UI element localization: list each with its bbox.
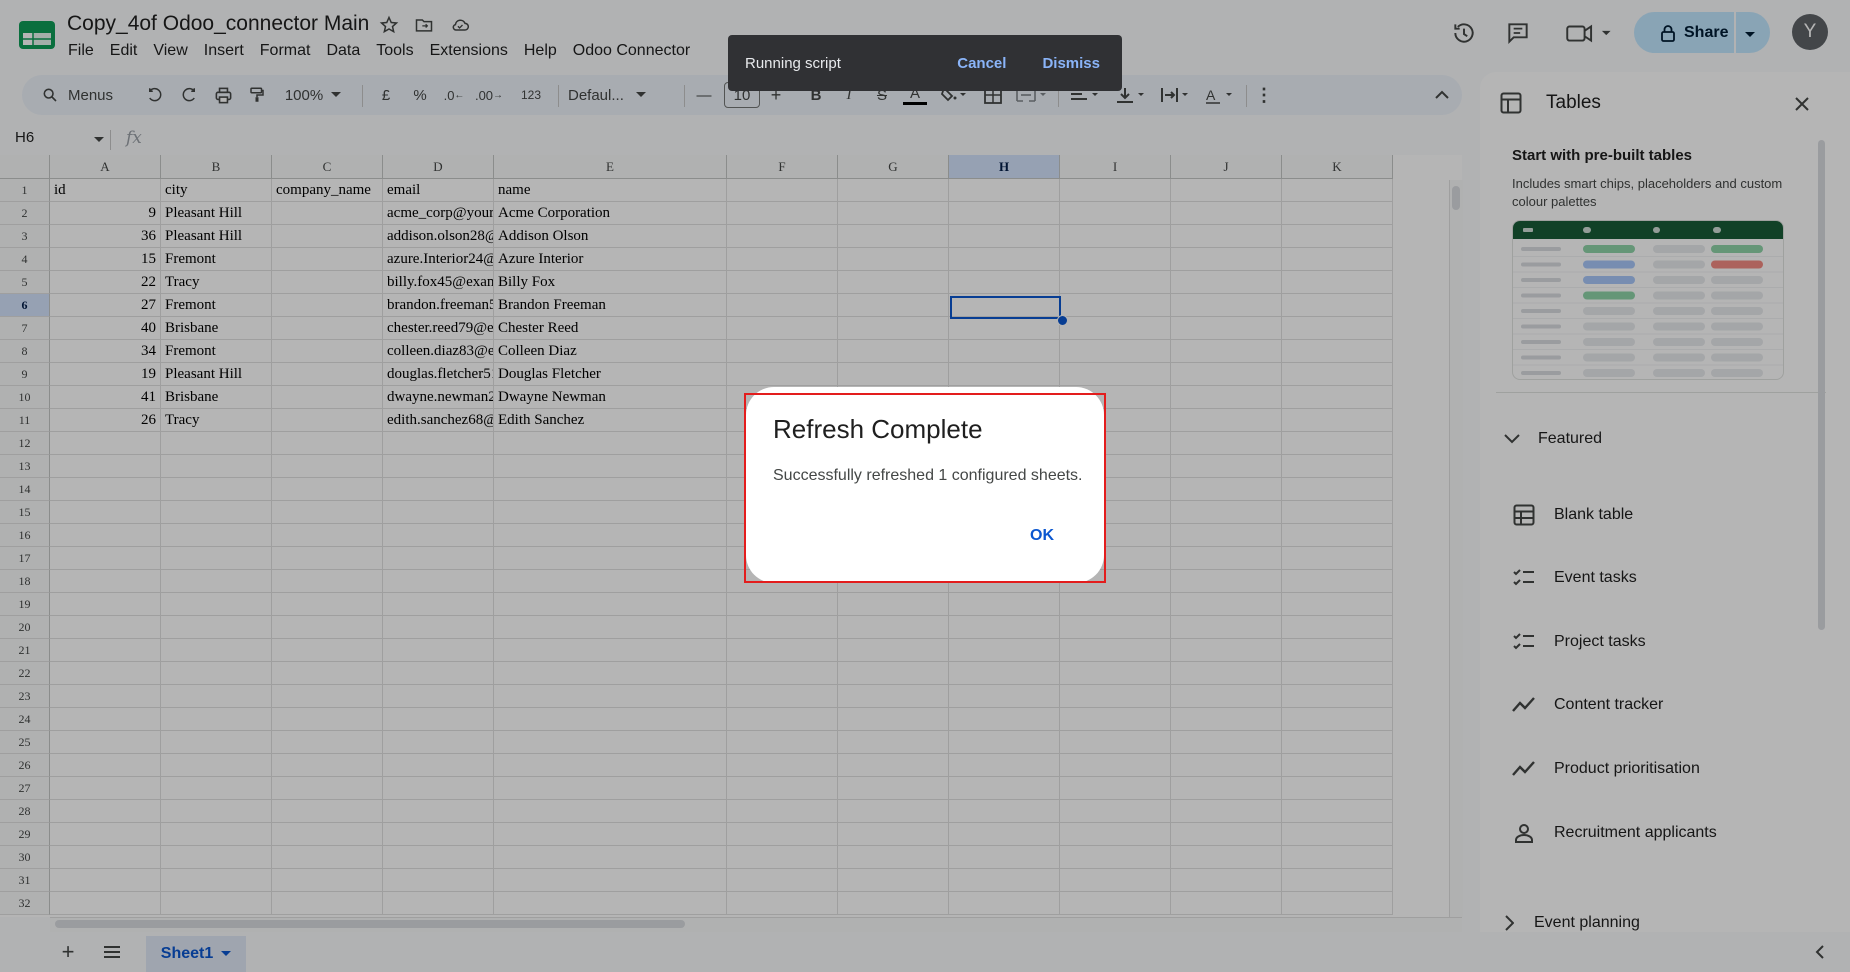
snackbar-text: Running script	[745, 54, 841, 72]
dismiss-button[interactable]: Dismiss	[1042, 55, 1100, 72]
dialog-title: Refresh Complete	[773, 414, 983, 444]
running-script-snackbar: Running script Cancel Dismiss	[728, 35, 1122, 91]
cancel-button[interactable]: Cancel	[957, 55, 1006, 72]
dialog-message: Successfully refreshed 1 configured shee…	[773, 467, 1083, 484]
ok-button[interactable]: OK	[1026, 525, 1058, 547]
